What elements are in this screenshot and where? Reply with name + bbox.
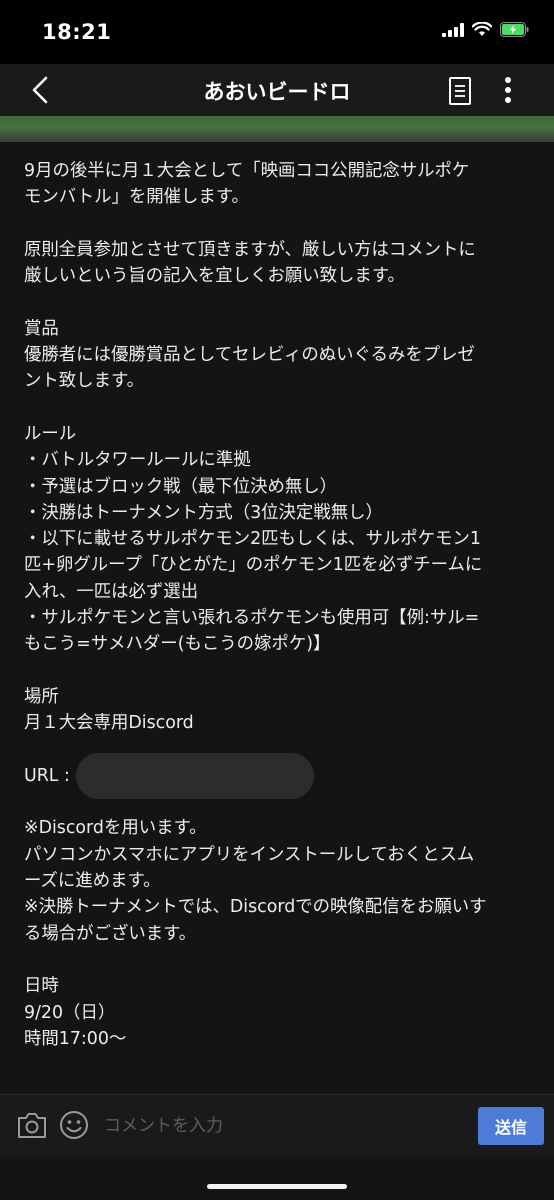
post-text-line: 日時 (24, 976, 59, 997)
status-time: 18:21 (42, 20, 112, 44)
post-text-line: 厳しいという旨の記入を宜しくお願い致します。 (24, 266, 405, 287)
post-text-line: ※Discordを用います。 (24, 818, 207, 839)
comment-input[interactable] (104, 1109, 464, 1143)
camera-icon[interactable] (16, 1110, 48, 1140)
post-text-line: ※決勝トーナメントでは、Discordでの映像配信をお願いす (24, 897, 487, 918)
home-indicator[interactable] (207, 1184, 347, 1189)
post-body: 9月の後半に月１大会として「映画ココ公開記念サルポケ モンバトル」を開催します。原… (24, 158, 534, 1052)
post-text-line: 入れ、一匹は必ず選出 (24, 581, 199, 602)
wifi-icon (472, 22, 492, 36)
post-text-line: る場合がございます。 (24, 923, 197, 944)
url-row: URL : (24, 752, 534, 799)
post-text-line: ・バトルタワールールに準拠 (24, 450, 251, 471)
post-text-line: ルール (24, 423, 77, 444)
comment-bar: 送信 (0, 1094, 554, 1156)
post-text-line: ーズに進めます。 (24, 871, 161, 892)
send-button[interactable]: 送信 (478, 1107, 544, 1145)
document-icon[interactable] (446, 76, 474, 106)
post-text-line: 9月の後半に月１大会として「映画ココ公開記念サルポケ (24, 161, 470, 181)
post-text-line: ント致します。 (24, 371, 144, 392)
url-label: URL : (24, 765, 70, 786)
post-text-after-url: ※Discordを用います。パソコンかスマホにアプリをインストールしておくとスム… (24, 789, 534, 1052)
post-text-line: パソコンかスマホにアプリをインストールしておくとスム (24, 844, 475, 865)
nav-bar: あおいビードロ (0, 64, 554, 116)
post-text-line: もこう=サメハダー(もこうの嫁ポケ)】 (24, 634, 331, 655)
header-image-strip (0, 116, 554, 142)
battery-charging-icon (500, 22, 529, 37)
post-text-line: 月１大会専用Discord (24, 713, 194, 734)
post-text-line: モンバトル」を開催します。 (24, 187, 249, 208)
post-text-line: 時間17:00〜 (24, 1028, 127, 1049)
post-text-line: 9/20（日） (24, 1002, 116, 1023)
post-text-line: 匹+卵グループ「ひとがた」のポケモン1匹を必ずチームに (24, 555, 483, 576)
url-redacted (75, 752, 314, 799)
post-text-line: 原則全員参加とさせて頂きますが、厳しい方はコメントに (24, 239, 476, 260)
home-area (0, 1156, 554, 1200)
cellular-signal-icon (442, 22, 464, 37)
post-text-before-url: 9月の後半に月１大会として「映画ココ公開記念サルポケ モンバトル」を開催します。原… (24, 158, 534, 763)
more-vertical-icon[interactable] (496, 74, 520, 106)
post-text-line: 賞品 (24, 318, 59, 339)
post-content: 9月の後半に月１大会として「映画ココ公開記念サルポケ モンバトル」を開催します。原… (0, 142, 554, 1094)
post-text-line: 場所 (24, 686, 59, 707)
post-text-line: ・以下に載せるサルポケモン2匹もしくは、サルポケモン1 (24, 529, 481, 550)
post-text-line: ・予選はブロック戦（最下位決め無し） (24, 476, 338, 497)
post-text-line: ・サルポケモンと言い張れるポケモンも使用可【例:サル= (24, 608, 480, 629)
post-text-line: ・決勝はトーナメント方式（3位決定戦無し） (24, 502, 383, 523)
status-icons (442, 22, 530, 37)
smiley-icon[interactable] (58, 1109, 90, 1141)
status-bar: 18:21 (0, 0, 554, 64)
post-text-line: 優勝者には優勝賞品としてセレビィのぬいぐるみをプレゼ (24, 345, 475, 366)
